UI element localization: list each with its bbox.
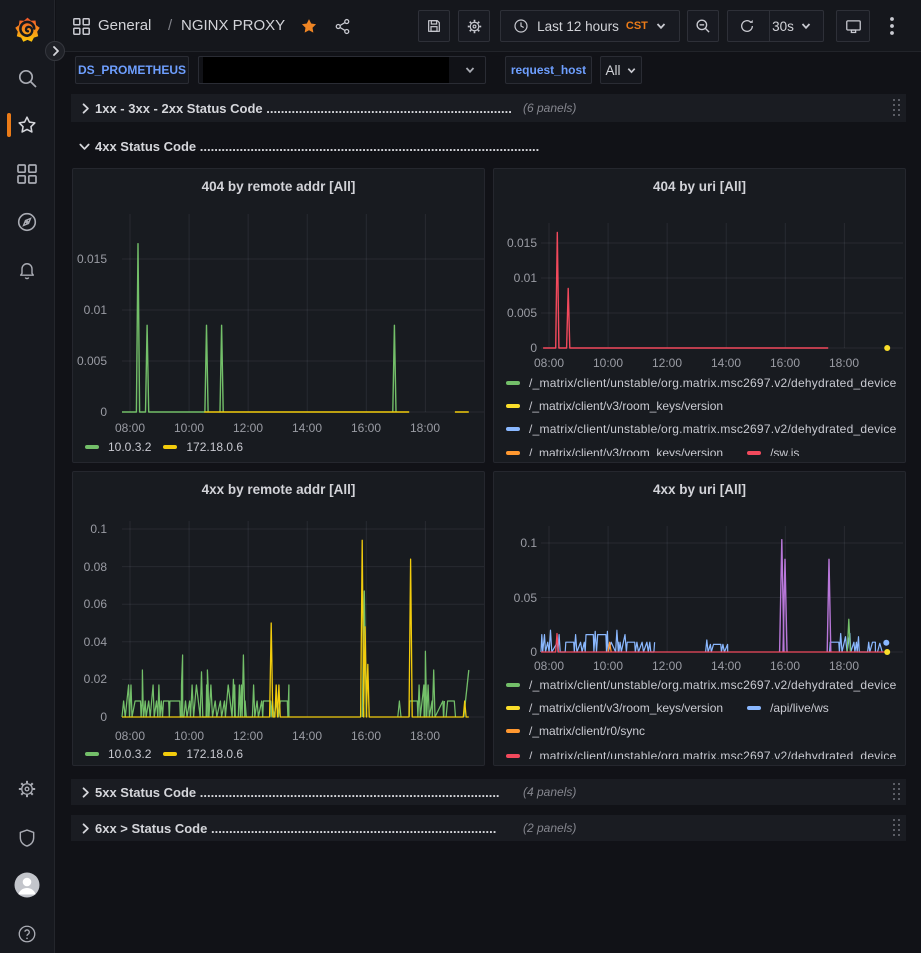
svg-text:14:00: 14:00	[292, 729, 322, 743]
svg-text:16:00: 16:00	[351, 421, 381, 435]
svg-text:10:00: 10:00	[174, 729, 204, 743]
svg-text:16:00: 16:00	[351, 729, 381, 743]
svg-text:0.1: 0.1	[90, 522, 107, 536]
svg-text:08:00: 08:00	[115, 729, 145, 743]
svg-text:08:00: 08:00	[115, 421, 145, 435]
svg-text:10:00: 10:00	[174, 421, 204, 435]
svg-text:0: 0	[100, 710, 107, 724]
svg-text:0.005: 0.005	[77, 354, 107, 368]
svg-text:0.02: 0.02	[84, 672, 108, 686]
svg-text:18:00: 18:00	[410, 421, 440, 435]
svg-text:0.06: 0.06	[84, 597, 108, 611]
svg-text:0.015: 0.015	[77, 252, 107, 266]
svg-text:0.01: 0.01	[84, 303, 108, 317]
svg-text:18:00: 18:00	[410, 729, 440, 743]
svg-text:0.04: 0.04	[84, 635, 108, 649]
svg-text:0: 0	[100, 405, 107, 419]
svg-text:12:00: 12:00	[233, 729, 263, 743]
svg-text:14:00: 14:00	[292, 421, 322, 435]
svg-text:0.08: 0.08	[84, 560, 108, 574]
svg-text:12:00: 12:00	[233, 421, 263, 435]
